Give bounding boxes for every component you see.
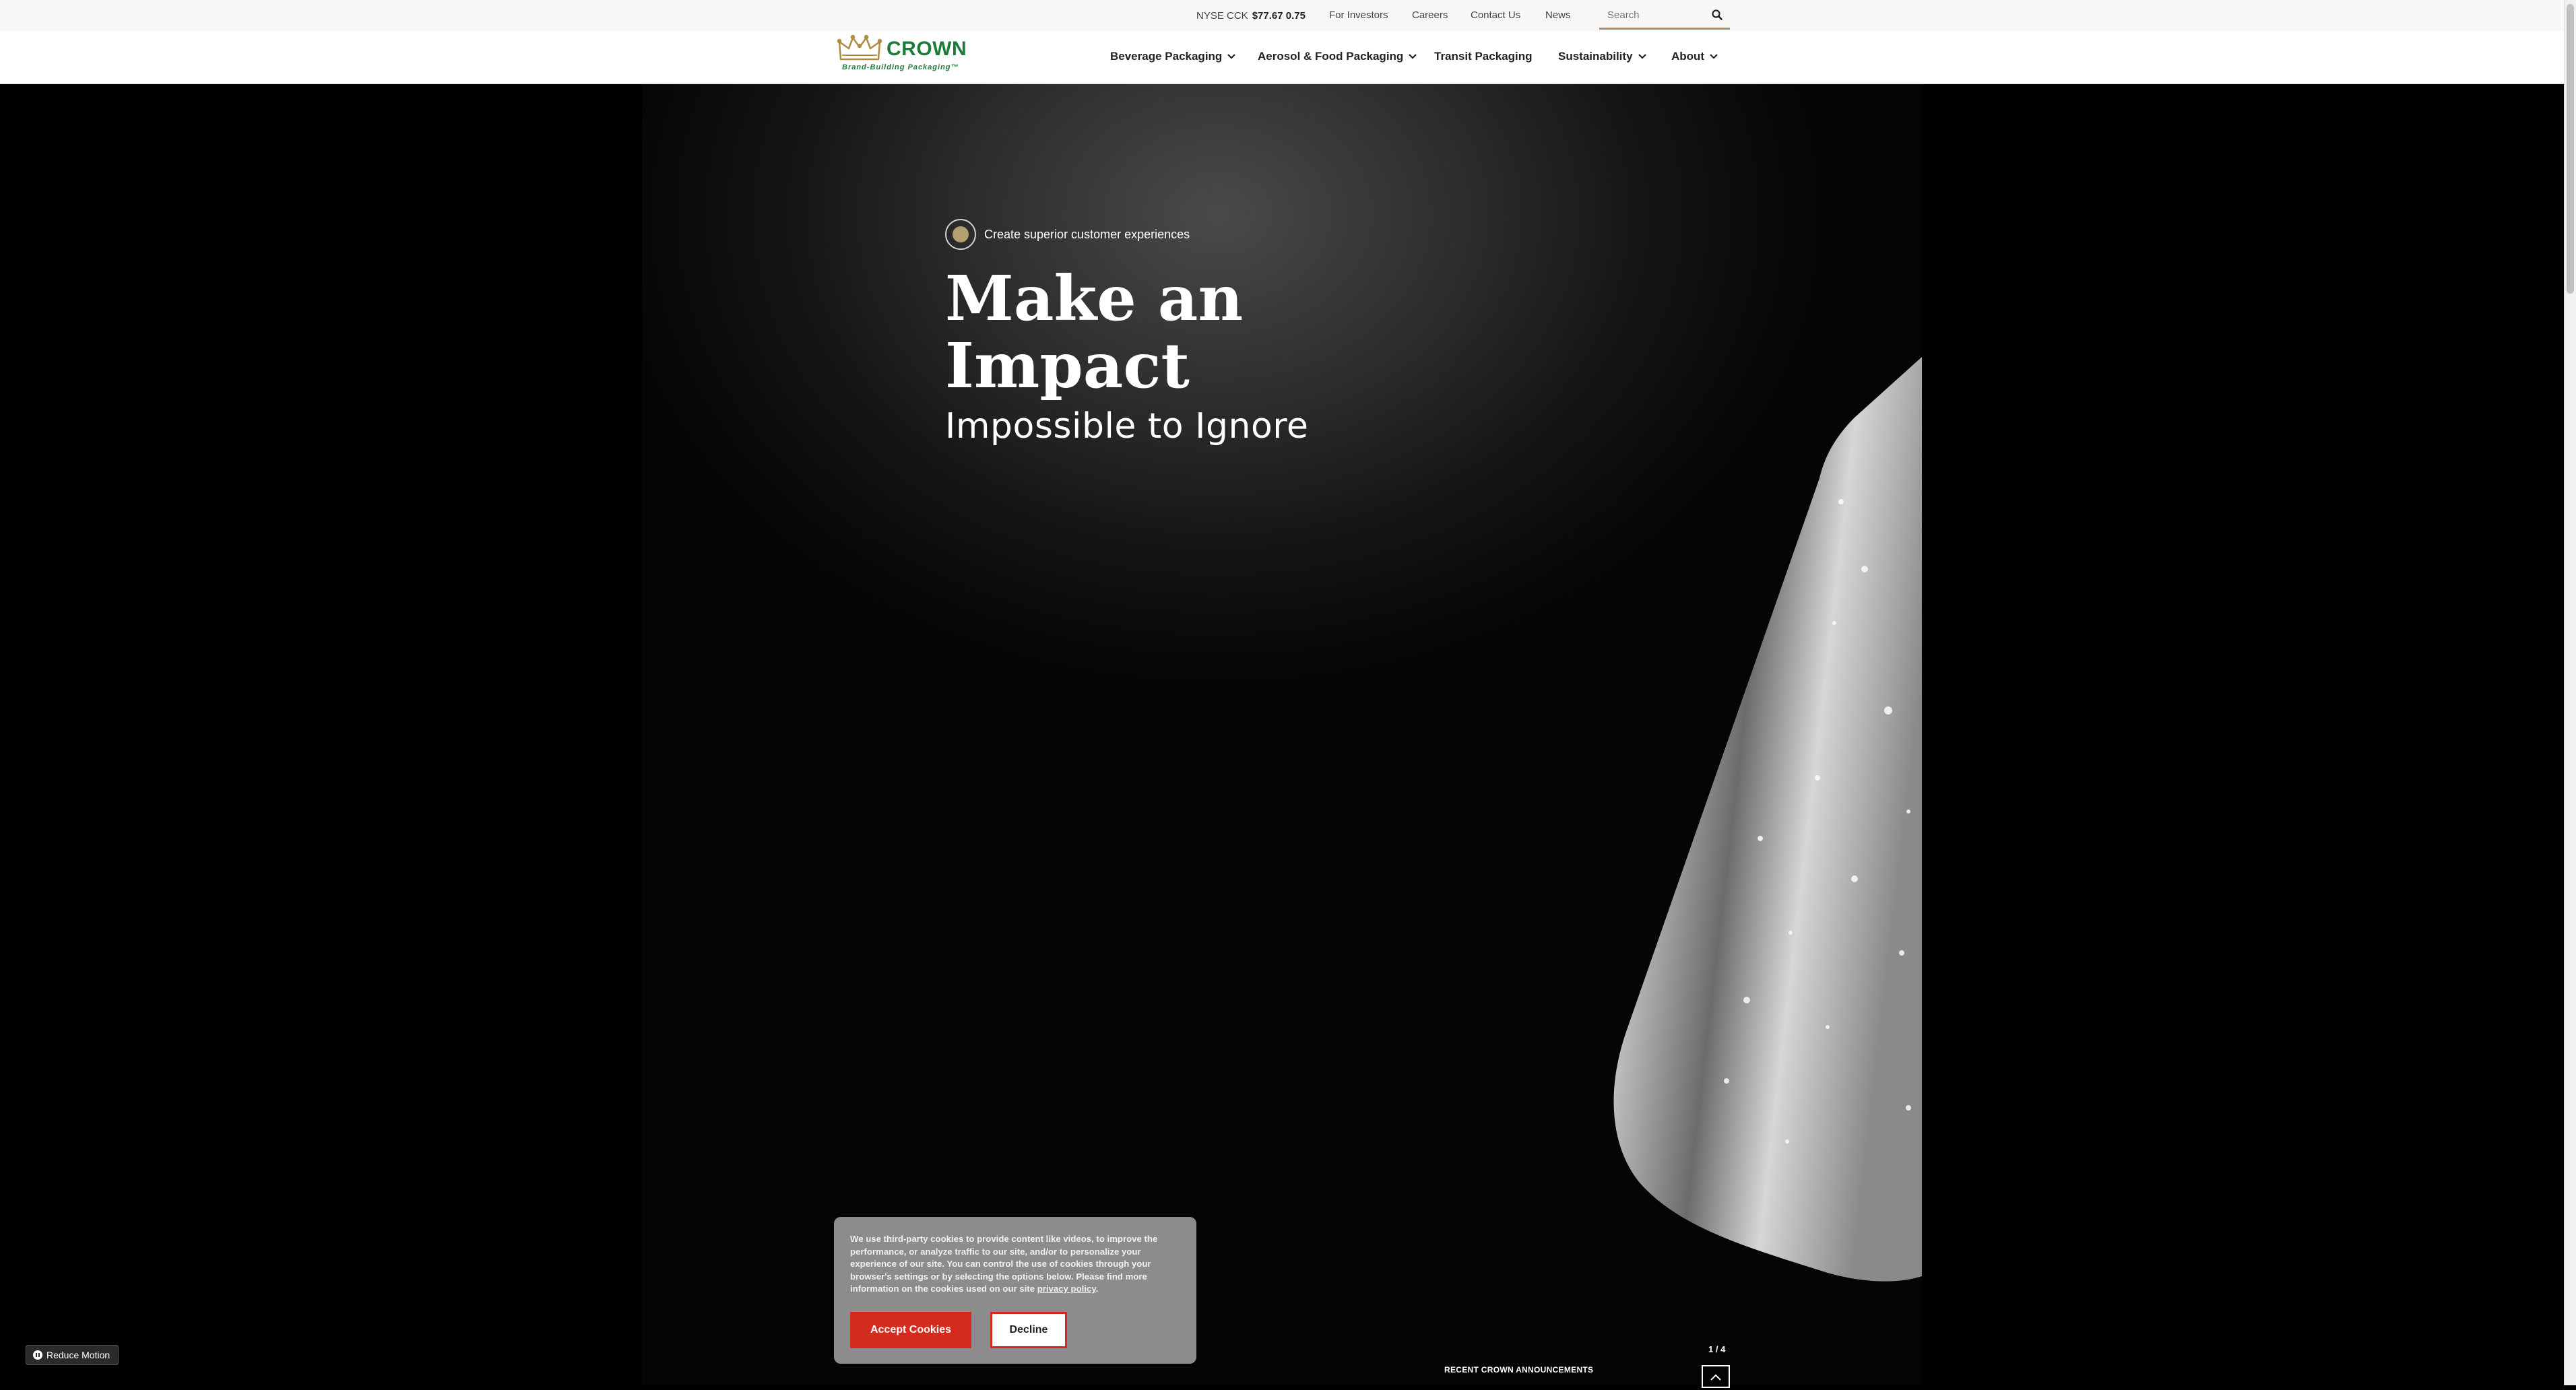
reduce-motion-label: Reduce Motion [46, 1350, 110, 1360]
hero-eyebrow: Create superior customer experiences [945, 219, 1190, 250]
hero-headline: Make an Impact [945, 262, 1244, 402]
nav-label: About [1671, 50, 1705, 63]
nav-aerosol-food-packaging[interactable]: Aerosol & Food Packaging [1258, 50, 1417, 63]
chevron-down-icon [1227, 54, 1236, 59]
privacy-policy-link[interactable]: privacy policy [1037, 1284, 1096, 1294]
cookie-banner: We use third-party cookies to provide co… [834, 1217, 1196, 1364]
eyebrow-text: Create superior customer experiences [984, 227, 1190, 241]
contact-us-link[interactable]: Contact Us [1471, 9, 1520, 21]
hero-section: Create superior customer experiences Mak… [642, 84, 1922, 1385]
nav-about[interactable]: About [1671, 50, 1718, 63]
scrollbar-thumb[interactable] [2567, 4, 2574, 294]
nav-transit-packaging[interactable]: Transit Packaging [1434, 50, 1533, 63]
nav-label: Sustainability [1558, 50, 1633, 63]
chevron-down-icon [1638, 54, 1646, 59]
search-box [1599, 3, 1730, 30]
main-header: CROWN Brand-Building Packaging™ Beverage… [0, 31, 2564, 84]
stock-price: $77.67 0.75 [1252, 9, 1306, 22]
stock-label: NYSE CCK [1196, 9, 1248, 22]
hero-subheadline: Impossible to Ignore [945, 406, 1309, 446]
pause-icon [33, 1350, 42, 1360]
stock-ticker: NYSE CCK $77.67 0.75 [1196, 0, 1306, 31]
cookie-text: We use third-party cookies to provide co… [850, 1234, 1158, 1294]
crown-icon [837, 34, 882, 61]
page-scrollbar[interactable] [2564, 0, 2576, 1385]
nav-label: Transit Packaging [1434, 50, 1533, 63]
nav-label: Beverage Packaging [1110, 50, 1223, 63]
crown-logo[interactable]: CROWN Brand-Building Packaging™ [834, 31, 967, 81]
nav-beverage-packaging[interactable]: Beverage Packaging [1110, 50, 1236, 63]
reduce-motion-button[interactable]: Reduce Motion [26, 1345, 119, 1365]
eyebrow-dot-icon [945, 219, 976, 250]
slide-counter: 1 / 4 [1708, 1344, 1726, 1354]
chevron-down-icon [1710, 54, 1718, 59]
nav-label: Aerosol & Food Packaging [1258, 50, 1404, 63]
brand-tagline: Brand-Building Packaging™ [842, 63, 959, 71]
careers-link[interactable]: Careers [1412, 9, 1448, 21]
decline-cookies-button[interactable]: Decline [990, 1312, 1067, 1348]
announcements-title: RECENT CROWN ANNOUNCEMENTS [1444, 1365, 1594, 1375]
chevron-up-icon [1710, 1374, 1721, 1381]
accept-cookies-button[interactable]: Accept Cookies [850, 1312, 971, 1348]
news-link[interactable]: News [1545, 9, 1571, 21]
announcements-up-button[interactable] [1702, 1365, 1730, 1388]
search-icon[interactable] [1711, 9, 1723, 21]
for-investors-link[interactable]: For Investors [1329, 9, 1388, 21]
nav-sustainability[interactable]: Sustainability [1558, 50, 1646, 63]
chevron-down-icon [1409, 54, 1417, 59]
brand-wordmark: CROWN [887, 38, 967, 60]
utility-bar: NYSE CCK $77.67 0.75 For Investors Caree… [0, 0, 2564, 31]
search-input[interactable] [1599, 3, 1708, 27]
